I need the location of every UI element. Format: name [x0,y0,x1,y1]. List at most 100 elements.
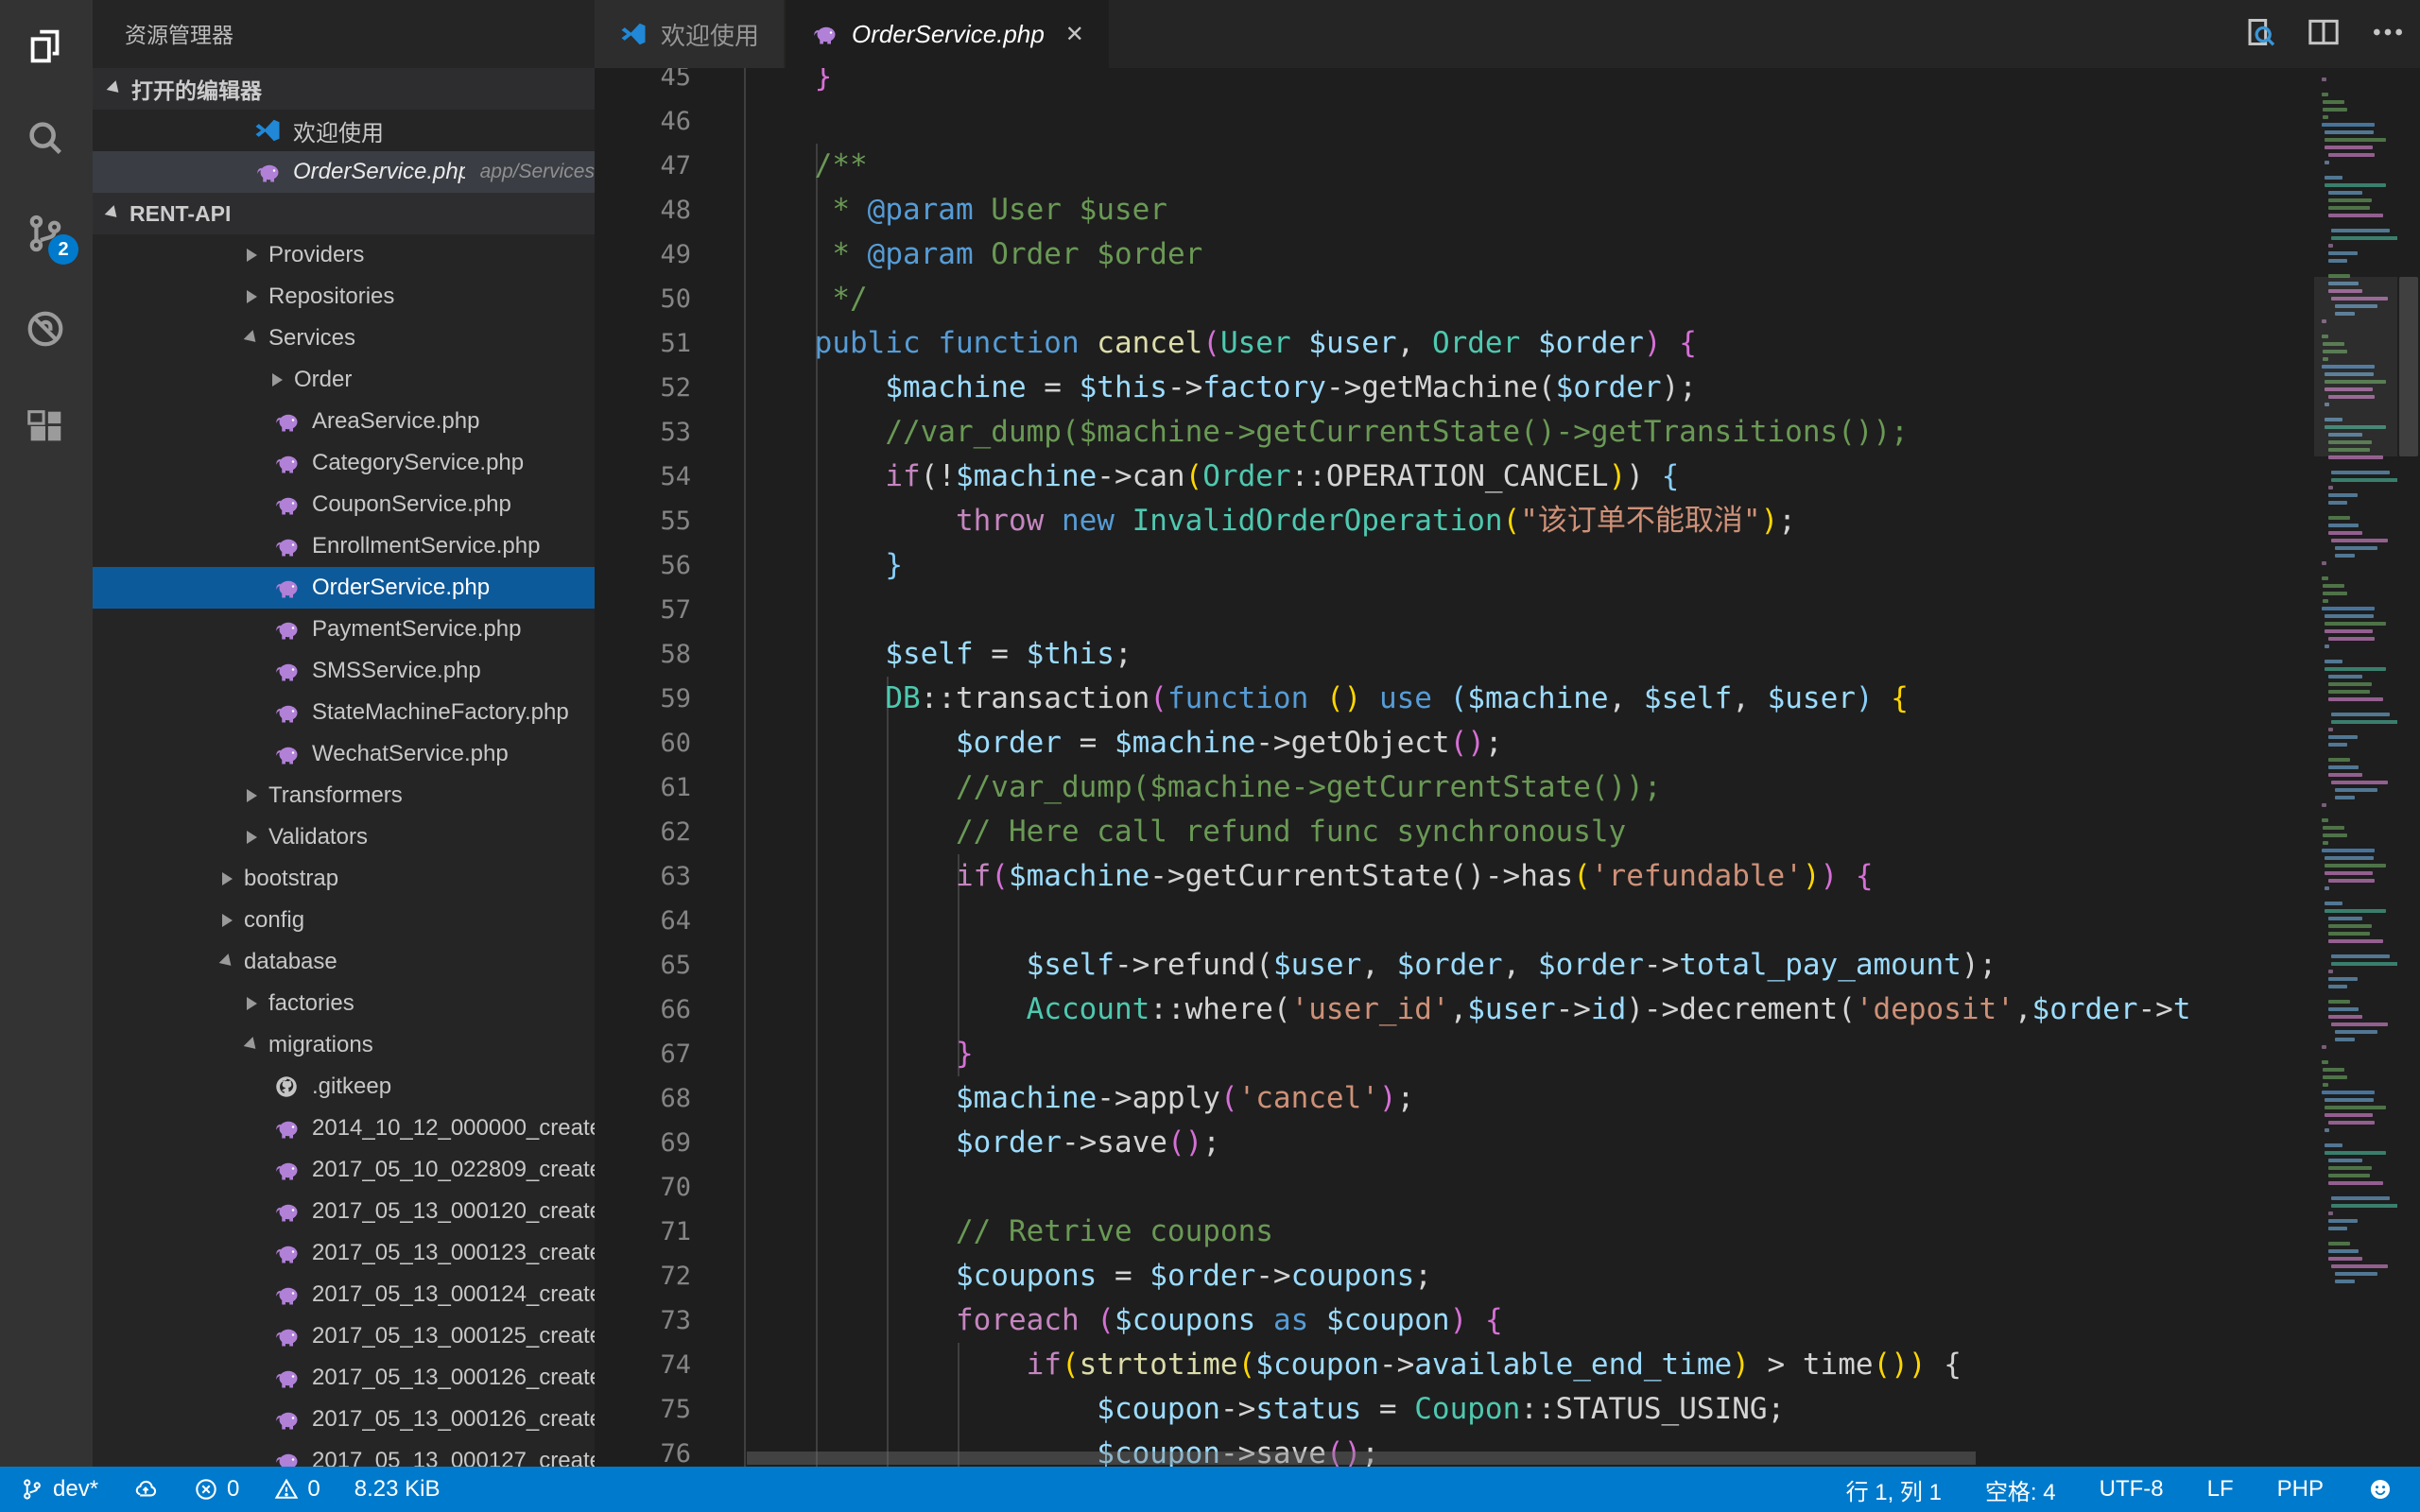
code-lines[interactable]: 45 }4647 /**48 * @param User $user49 * @… [595,68,2314,1467]
code-line[interactable]: 69 $order->save(); [595,1121,2314,1165]
code-line[interactable]: 66 Account::where('user_id',$user->id)->… [595,988,2314,1032]
tree-item[interactable]: 2017_05_13_000126_create_cat... [93,1399,595,1440]
code-line[interactable]: 46 [595,99,2314,144]
status-item[interactable]: 行 1, 列 1 [1846,1473,1942,1506]
code-line[interactable]: 63 if($machine->getCurrentState()->has('… [595,854,2314,899]
tree-item[interactable]: Transformers [93,775,595,816]
status-item[interactable]: 8.23 KiB [354,1476,441,1503]
code-line[interactable]: 71 // Retrive coupons [595,1210,2314,1254]
tab-OrderService.php[interactable]: OrderService.php✕ [786,0,1111,68]
open-editors-header[interactable]: 打开的编辑器 [93,68,595,110]
tab-欢迎使用[interactable]: 欢迎使用 [595,0,786,68]
code-line[interactable]: 62 // Here call refund func synchronousl… [595,810,2314,854]
tree-item[interactable]: Order [93,359,595,401]
code-line[interactable]: 68 $machine->apply('cancel'); [595,1076,2314,1121]
tree-item[interactable]: Validators [93,816,595,858]
split-editor-icon[interactable] [2305,13,2342,56]
tree-item[interactable]: CategoryService.php [93,442,595,484]
code-line[interactable]: 74 if(strtotime($coupon->available_end_t… [595,1343,2314,1387]
line-number: 72 [595,1254,691,1298]
code-editor[interactable]: 45 }4647 /**48 * @param User $user49 * @… [595,68,2420,1467]
status-item[interactable]: 空格: 4 [1985,1473,2056,1506]
tree-item[interactable]: 2017_05_13_000124_create_are... [93,1274,595,1315]
tree-item[interactable]: 2017_05_13_000123_create_add... [93,1232,595,1274]
tree-item[interactable]: 2017_05_10_022809_create_pro... [93,1149,595,1191]
tree-item[interactable]: config [93,900,595,941]
tree-item[interactable]: database [93,941,595,983]
search-icon[interactable] [24,116,69,162]
folder-section-header[interactable]: RENT-API [93,193,595,234]
extensions-icon[interactable] [24,404,69,450]
debug-icon[interactable] [24,307,69,352]
close-tab-icon[interactable]: ✕ [1065,21,1084,48]
tree-item[interactable]: Services [93,318,595,359]
code-line[interactable]: 48 * @param User $user [595,188,2314,232]
tree-item[interactable]: Repositories [93,276,595,318]
code-line[interactable]: 54 if(!$machine->can(Order::OPERATION_CA… [595,455,2314,499]
tree-item[interactable]: bootstrap [93,858,595,900]
tree-item[interactable]: StateMachineFactory.php [93,692,595,733]
code-line[interactable]: 50 */ [595,277,2314,321]
tree-item[interactable]: 2017_05_13_000127_create_coll... [93,1440,595,1467]
tree-item[interactable]: WechatService.php [93,733,595,775]
tree-item[interactable]: AreaService.php [93,401,595,442]
code-line[interactable]: 75 $coupon->status = Coupon::STATUS_USIN… [595,1387,2314,1432]
tree-item[interactable]: Providers [93,234,595,276]
code-line[interactable]: 52 $machine = $this->factory->getMachine… [595,366,2314,410]
tree-item[interactable]: OrderService.php [93,567,595,609]
tree-item[interactable]: factories [93,983,595,1024]
code-line[interactable]: 47 /** [595,144,2314,188]
explorer-icon[interactable] [24,24,69,69]
code-line[interactable]: 64 [595,899,2314,943]
tree-item[interactable]: .gitkeep [93,1066,595,1108]
code-text: // Retrive coupons [691,1210,1273,1254]
code-line[interactable]: 70 [595,1165,2314,1210]
code-text: * @param Order $order [691,232,1202,277]
code-line[interactable]: 59 DB::transaction(function () use ($mac… [595,677,2314,721]
code-line[interactable]: 57 [595,588,2314,632]
open-editor-label: 欢迎使用 [293,114,384,147]
more-actions-icon[interactable] [2369,13,2407,56]
code-line[interactable]: 49 * @param Order $order [595,232,2314,277]
vertical-scrollbar[interactable] [2399,277,2418,456]
code-line[interactable]: 72 $coupons = $order->coupons; [595,1254,2314,1298]
status-item[interactable]: UTF-8 [2100,1476,2164,1503]
tree-item[interactable]: PaymentService.php [93,609,595,650]
tree-item[interactable]: migrations [93,1024,595,1066]
code-line[interactable]: 60 $order = $machine->getObject(); [595,721,2314,765]
status-item-cloud-upload[interactable] [132,1476,159,1503]
code-line[interactable]: 55 throw new InvalidOrderOperation("该订单不… [595,499,2314,543]
php-file-icon [272,1364,301,1392]
tree-item[interactable]: 2017_05_13_000126_create_car... [93,1357,595,1399]
code-line[interactable]: 45 } [595,68,2314,99]
tree-item-label: 2017_05_13_000125_create_are... [312,1323,595,1349]
tree-item[interactable]: EnrollmentService.php [93,525,595,567]
tree-item[interactable]: 2017_05_13_000120_create_acc... [93,1191,595,1232]
minimap-slider[interactable] [2314,277,2397,456]
status-item-warning[interactable]: 0 [273,1476,320,1503]
tree-item[interactable]: 2017_05_13_000125_create_are... [93,1315,595,1357]
source-control-icon[interactable]: 2 [24,212,69,257]
code-line[interactable]: 73 foreach ($coupons as $coupon) { [595,1298,2314,1343]
code-line[interactable]: 61 //var_dump($machine->getCurrentState(… [595,765,2314,810]
status-item-branch[interactable]: dev* [19,1476,98,1503]
code-line[interactable]: 65 $self->refund($user, $order, $order->… [595,943,2314,988]
status-item[interactable]: LF [2207,1476,2234,1503]
tree-item[interactable]: 2014_10_12_000000_create_use... [93,1108,595,1149]
status-item[interactable]: PHP [2277,1476,2324,1503]
tree-item[interactable]: CouponService.php [93,484,595,525]
status-item-smiley[interactable] [2367,1476,2394,1503]
open-preview-icon[interactable] [2240,13,2278,56]
code-line[interactable]: 58 $self = $this; [595,632,2314,677]
status-item-text: UTF-8 [2100,1476,2164,1503]
code-line[interactable]: 53 //var_dump($machine->getCurrentState(… [595,410,2314,455]
horizontal-scrollbar[interactable] [747,1452,1976,1465]
tree-item[interactable]: SMSService.php [93,650,595,692]
line-number: 62 [595,810,691,854]
code-line[interactable]: 56 } [595,543,2314,588]
open-editor-item[interactable]: OrderService.phpapp/Services [93,151,595,193]
code-line[interactable]: 51 public function cancel(User $user, Or… [595,321,2314,366]
status-item-error[interactable]: 0 [193,1476,239,1503]
open-editor-item[interactable]: 欢迎使用 [93,110,595,151]
code-line[interactable]: 67 } [595,1032,2314,1076]
